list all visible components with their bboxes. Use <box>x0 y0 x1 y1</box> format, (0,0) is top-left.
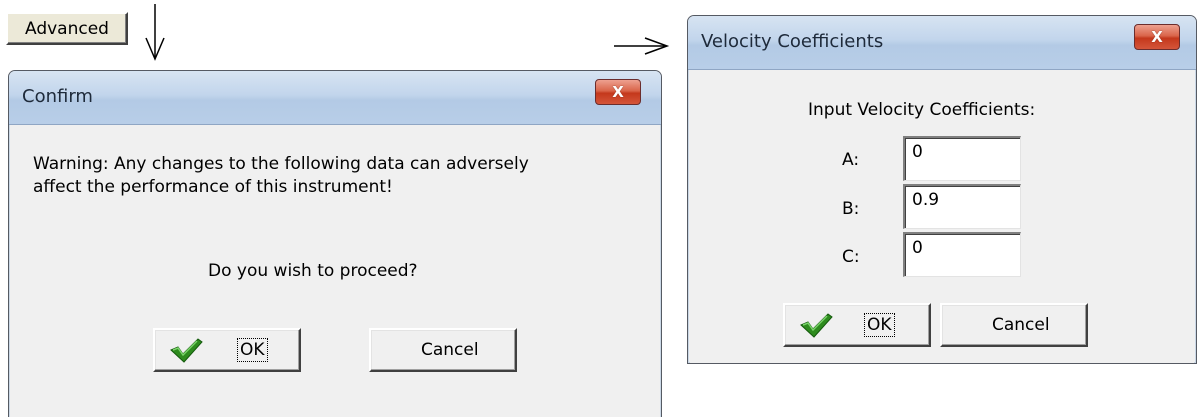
close-icon: X <box>1151 28 1163 46</box>
velocity-ok-button[interactable]: OK <box>783 303 931 347</box>
confirm-title: Confirm <box>22 86 93 107</box>
check-icon <box>170 338 203 363</box>
coefficient-b-input[interactable]: 0.9 <box>903 184 1021 229</box>
arrow-down-icon <box>145 4 165 61</box>
confirm-dialog: Confirm X Warning: Any changes to the fo… <box>8 70 662 417</box>
confirm-close-button[interactable]: X <box>595 79 641 105</box>
velocity-body: Input Velocity Coefficients: A: 0 B: 0.9… <box>690 70 1194 363</box>
advanced-button-label: Advanced <box>25 18 109 39</box>
confirm-cancel-button[interactable]: Cancel <box>369 328 517 372</box>
confirm-titlebar[interactable]: Confirm X <box>9 71 661 125</box>
arrow-right-icon <box>614 37 670 55</box>
confirm-body: Warning: Any changes to the following da… <box>11 125 659 417</box>
coefficient-a-input[interactable]: 0 <box>903 136 1021 181</box>
warning-message-line2: affect the performance of this instrumen… <box>33 177 393 197</box>
confirm-ok-button[interactable]: OK <box>153 328 301 372</box>
check-icon <box>800 313 833 338</box>
velocity-cancel-label: Cancel <box>992 315 1050 335</box>
field-label-c: C: <box>842 247 860 267</box>
velocity-close-button[interactable]: X <box>1134 24 1180 50</box>
field-label-b: B: <box>842 199 860 219</box>
velocity-cancel-button[interactable]: Cancel <box>940 303 1088 347</box>
screenshot-root: Advanced Confirm X Warning: Any changes … <box>0 0 1197 417</box>
close-icon: X <box>612 83 624 101</box>
velocity-dialog: Velocity Coefficients X Input Velocity C… <box>687 15 1197 364</box>
warning-message-line1: Warning: Any changes to the following da… <box>33 154 529 174</box>
confirm-cancel-label: Cancel <box>421 340 479 360</box>
velocity-heading: Input Velocity Coefficients: <box>808 100 1036 120</box>
coefficient-c-input[interactable]: 0 <box>903 232 1021 277</box>
velocity-title: Velocity Coefficients <box>701 31 884 52</box>
confirm-ok-label: OK <box>237 338 268 362</box>
velocity-titlebar[interactable]: Velocity Coefficients X <box>688 16 1196 70</box>
velocity-ok-label: OK <box>864 313 895 337</box>
advanced-button[interactable]: Advanced <box>6 12 128 45</box>
field-label-a: A: <box>842 150 860 170</box>
proceed-question: Do you wish to proceed? <box>208 261 418 281</box>
